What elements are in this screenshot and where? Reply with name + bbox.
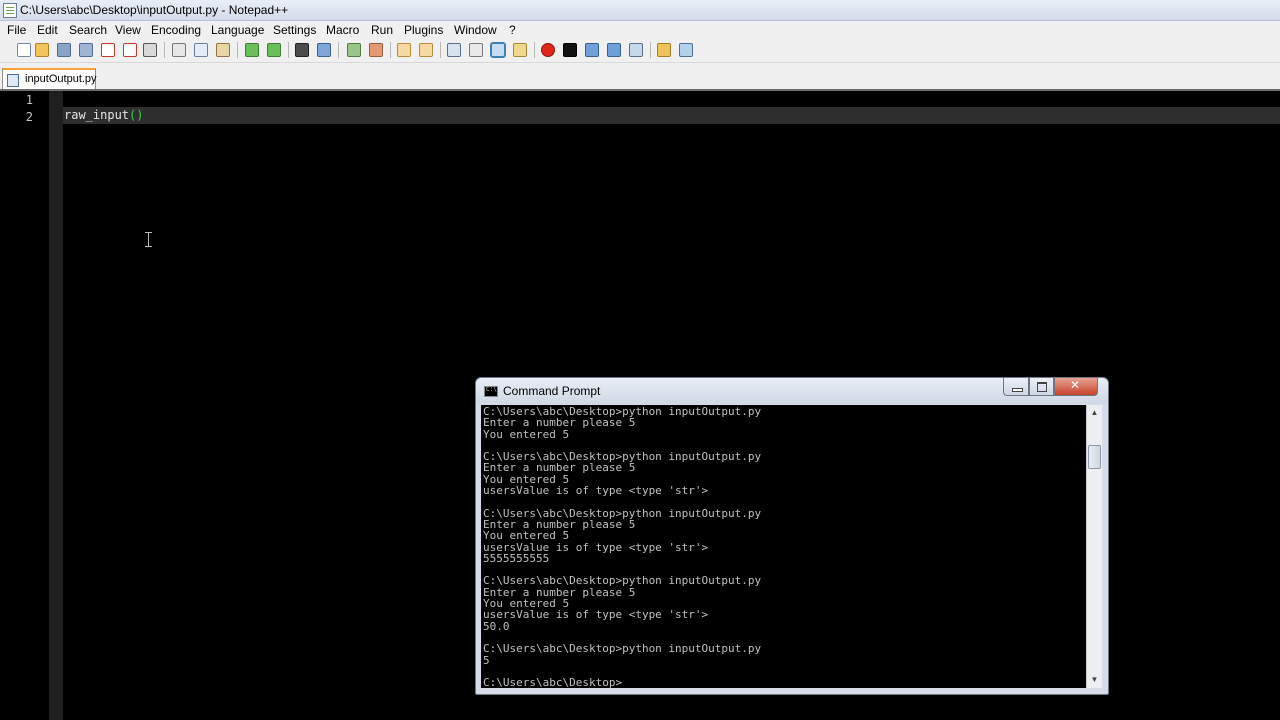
command-prompt-window[interactable]: Command Prompt ✕ C:\Users\abc\Desktop>py… <box>475 377 1109 695</box>
word-wrap-icon[interactable] <box>447 43 461 57</box>
line-number: 2 <box>25 110 33 124</box>
playback-icon[interactable] <box>585 43 599 57</box>
document-tab-bar: inputOutput.py <box>0 63 1280 91</box>
close-button[interactable]: ✕ <box>1054 378 1098 396</box>
print-icon[interactable] <box>143 43 157 57</box>
line-number: 1 <box>25 93 33 107</box>
toolbar-separator <box>534 42 535 58</box>
notepad-plus-plus-icon <box>3 3 17 18</box>
console-output-area[interactable]: C:\Users\abc\Desktop>python inputOutput.… <box>481 405 1086 688</box>
menu-plugins[interactable]: Plugins <box>404 23 443 37</box>
console-text: C:\Users\abc\Desktop>python inputOutput.… <box>483 405 762 688</box>
replace-icon[interactable] <box>317 43 331 57</box>
menu-view[interactable]: View <box>115 23 141 37</box>
menu-run[interactable]: Run <box>371 23 393 37</box>
toolbar-separator <box>237 42 238 58</box>
maximize-button[interactable] <box>1029 378 1054 396</box>
command-prompt-icon <box>484 386 498 397</box>
record-macro-icon[interactable] <box>541 43 555 57</box>
command-prompt-title: Command Prompt <box>503 384 601 398</box>
tab-inputoutput-py[interactable]: inputOutput.py <box>2 68 97 89</box>
current-line-highlight <box>63 107 1280 124</box>
run-multiple-icon[interactable] <box>607 43 621 57</box>
save-macro-icon[interactable] <box>629 43 643 57</box>
minimize-button[interactable] <box>1003 378 1029 396</box>
toolbar-separator <box>338 42 339 58</box>
sync-vertical-icon[interactable] <box>397 43 411 57</box>
user-language-icon[interactable] <box>513 43 527 57</box>
toolbar-separator <box>440 42 441 58</box>
minimize-icon <box>1012 388 1023 392</box>
menu-edit[interactable]: Edit <box>37 23 58 37</box>
save-icon[interactable] <box>57 43 71 57</box>
menu-macro[interactable]: Macro <box>326 23 359 37</box>
tab-label: inputOutput.py <box>25 73 97 85</box>
toolbar-separator <box>390 42 391 58</box>
paste-icon[interactable] <box>216 43 230 57</box>
spell-check-icon[interactable] <box>679 43 693 57</box>
menu-search[interactable]: Search <box>69 23 107 37</box>
copy-icon[interactable] <box>194 43 208 57</box>
scroll-up-arrow-icon[interactable]: ▲ <box>1087 405 1102 421</box>
window-title: C:\Users\abc\Desktop\inputOutput.py - No… <box>20 3 289 17</box>
new-file-icon[interactable] <box>17 43 31 57</box>
close-all-icon[interactable] <box>123 43 137 57</box>
toolbar-separator <box>288 42 289 58</box>
zoom-in-icon[interactable] <box>347 43 361 57</box>
stop-recording-icon[interactable] <box>563 43 577 57</box>
menu-language[interactable]: Language <box>211 23 264 37</box>
text-cursor-icon <box>145 232 152 247</box>
open-file-icon[interactable] <box>35 43 49 57</box>
menu-file[interactable]: File <box>7 23 26 37</box>
code-line-2[interactable]: raw_input() <box>64 108 143 122</box>
maximize-icon <box>1037 382 1047 392</box>
plugin-icon[interactable] <box>657 43 671 57</box>
close-file-icon[interactable] <box>101 43 115 57</box>
scroll-down-arrow-icon[interactable]: ▼ <box>1087 672 1102 688</box>
function-name: raw_input <box>64 108 130 122</box>
undo-icon[interactable] <box>245 43 259 57</box>
app-title-bar[interactable]: C:\Users\abc\Desktop\inputOutput.py - No… <box>0 0 1280 21</box>
fold-margin[interactable] <box>49 91 63 720</box>
menu-help[interactable]: ? <box>509 23 516 37</box>
menu-encoding[interactable]: Encoding <box>151 23 201 37</box>
menu-window[interactable]: Window <box>454 23 497 37</box>
brace-match: () <box>129 108 144 122</box>
toolbar-separator <box>164 42 165 58</box>
line-number-gutter: 1 2 <box>0 91 49 720</box>
toolbar <box>0 39 1280 63</box>
find-icon[interactable] <box>295 43 309 57</box>
sync-horizontal-icon[interactable] <box>419 43 433 57</box>
cut-icon[interactable] <box>172 43 186 57</box>
file-saved-icon <box>7 74 19 87</box>
console-scrollbar[interactable]: ▲ ▼ <box>1086 405 1102 688</box>
indent-guide-icon[interactable] <box>490 42 506 58</box>
menu-settings[interactable]: Settings <box>273 23 316 37</box>
command-prompt-title-bar[interactable]: Command Prompt ✕ <box>476 378 1108 404</box>
toolbar-separator <box>650 42 651 58</box>
zoom-out-icon[interactable] <box>369 43 383 57</box>
show-all-characters-icon[interactable] <box>469 43 483 57</box>
scrollbar-thumb[interactable] <box>1088 445 1101 469</box>
save-all-icon[interactable] <box>79 43 93 57</box>
menu-bar: File Edit Search View Encoding Language … <box>0 21 1280 39</box>
redo-icon[interactable] <box>267 43 281 57</box>
close-icon: ✕ <box>1070 378 1081 392</box>
